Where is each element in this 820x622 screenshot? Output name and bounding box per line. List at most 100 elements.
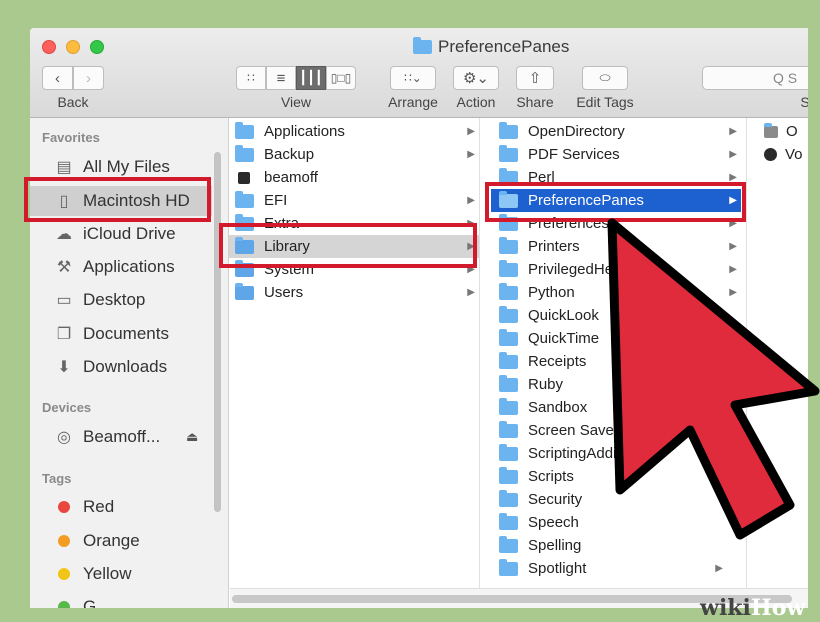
- sidebar-item-label: Yellow: [83, 564, 132, 583]
- gear-icon: ⚙⌄: [462, 70, 489, 87]
- back-label: Back: [57, 94, 89, 110]
- sidebar-scrollbar[interactable]: [214, 152, 221, 512]
- list-icon: ≡: [276, 69, 286, 87]
- folder-icon: [413, 37, 432, 54]
- coverflow-icon: ▯□▯: [330, 71, 352, 85]
- view-label: View: [280, 94, 312, 110]
- folder-icon: [499, 236, 518, 254]
- folder-icon: [499, 512, 518, 530]
- folder-icon: [499, 374, 518, 392]
- coverflow-view-button[interactable]: ▯□▯: [326, 66, 356, 90]
- list-item-opendirectory[interactable]: OpenDirectory ▶: [491, 120, 741, 143]
- sidebar-item-beamoff[interactable]: ◎ Beamoff... ⏏: [30, 422, 212, 452]
- list-item-label: Backup: [264, 146, 315, 163]
- folder-icon: [499, 420, 518, 438]
- sidebar-item-documents[interactable]: ❐ Documents: [30, 319, 212, 349]
- users-folder-icon: [235, 282, 254, 300]
- share-button[interactable]: ⇧: [516, 66, 554, 90]
- list-item-label: Security: [528, 491, 583, 508]
- arrange-button[interactable]: ∷⌄: [390, 66, 436, 90]
- disk-icon: ◎: [57, 429, 71, 446]
- list-item-label: Speech: [528, 514, 579, 531]
- pointer-arrow-icon: [607, 218, 820, 540]
- list-item-label: EFI: [264, 192, 288, 209]
- documents-icon: ❐: [56, 326, 72, 343]
- sidebar-item-icloud-drive[interactable]: ☁ iCloud Drive: [30, 219, 212, 249]
- list-item-label: Spotlight: [528, 560, 587, 577]
- sidebar-tag-yellow[interactable]: Yellow: [30, 559, 212, 589]
- sidebar-item-label: Downloads: [83, 357, 168, 376]
- pref-pane-icon: [764, 122, 778, 138]
- action-button[interactable]: ⚙⌄: [453, 66, 499, 90]
- column-view-button[interactable]: ┃┃┃: [296, 66, 326, 90]
- folder-icon: [499, 144, 518, 162]
- chevron-left-icon: ‹: [55, 69, 60, 87]
- list-item-label: Applications: [264, 123, 345, 140]
- eject-icon[interactable]: ⏏: [186, 429, 198, 445]
- folder-icon: [499, 558, 518, 576]
- edit-tags-button[interactable]: ⬭: [582, 66, 628, 90]
- sidebar-tag-green[interactable]: G...: [30, 592, 212, 608]
- list-item-label: Vo: [785, 146, 803, 163]
- sidebar-item-desktop[interactable]: ▭ Desktop: [30, 285, 212, 315]
- back-button[interactable]: ‹: [42, 66, 73, 90]
- sidebar-item-label: Desktop: [83, 290, 146, 309]
- icon-grid-icon: ∷: [247, 71, 255, 85]
- list-item-vo[interactable]: Vo: [758, 143, 808, 166]
- list-view-button[interactable]: ≡: [266, 66, 296, 90]
- highlight-macintosh-hd: [24, 177, 211, 222]
- sidebar-item-downloads[interactable]: ⬇ Downloads: [30, 352, 212, 382]
- search-input[interactable]: Q S: [702, 66, 808, 90]
- sidebar-item-label: All My Files: [83, 157, 170, 176]
- list-item-pdf-services[interactable]: PDF Services ▶: [491, 143, 741, 166]
- sidebar-item-label: iCloud Drive: [83, 224, 176, 243]
- list-item-label: QuickTime: [528, 330, 600, 347]
- list-item-label: Printers: [528, 238, 580, 255]
- sidebar-tag-red[interactable]: Red: [30, 492, 212, 522]
- close-button[interactable]: [42, 40, 56, 54]
- column-root: Applications ▶ Backup ▶ beamoff EFI ▶ Extra…: [229, 118, 480, 588]
- list-item-label: Ruby: [528, 376, 564, 393]
- list-item-users[interactable]: Users ▶: [229, 281, 479, 304]
- list-item-backup[interactable]: Backup ▶: [229, 143, 479, 166]
- folder-icon: [499, 443, 518, 461]
- list-item-o[interactable]: O: [758, 120, 808, 143]
- icon-view-button[interactable]: ∷: [236, 66, 266, 90]
- list-item-spotlight[interactable]: Spotlight ▶: [491, 557, 741, 580]
- search-label: S: [800, 94, 808, 110]
- downloads-icon: ⬇: [57, 359, 71, 376]
- folder-icon: [235, 190, 254, 208]
- favorites-heading: Favorites: [42, 130, 100, 145]
- minimize-button[interactable]: [66, 40, 80, 54]
- sidebar-item-label: Applications: [83, 257, 175, 276]
- list-item-label: Spelling: [528, 537, 582, 554]
- toolbar: PreferencePanes ‹ › Back ∷ ≡ ┃┃┃ ▯□▯ Vie…: [30, 28, 808, 118]
- chevron-right-icon: ▶: [715, 563, 723, 574]
- desktop-icon: ▭: [56, 292, 72, 309]
- list-item-label: beamoff: [264, 169, 318, 186]
- folder-icon: [499, 121, 518, 139]
- sidebar-item-label: G...: [83, 597, 111, 608]
- list-item-applications[interactable]: Applications ▶: [229, 120, 479, 143]
- folder-icon: [499, 397, 518, 415]
- list-item-efi[interactable]: EFI ▶: [229, 189, 479, 212]
- zoom-button[interactable]: [90, 40, 104, 54]
- share-label: Share: [516, 94, 554, 110]
- folder-icon: [499, 535, 518, 553]
- sidebar-item-applications[interactable]: ⚒ Applications: [30, 252, 212, 282]
- list-item-beamoff[interactable]: beamoff: [229, 166, 479, 189]
- watermark-how: How: [750, 595, 806, 621]
- red-tag-icon: [58, 501, 70, 513]
- chevron-right-icon: ▶: [467, 149, 475, 160]
- window-title-text: PreferencePanes: [438, 37, 570, 56]
- list-item-label: QuickLook: [528, 307, 599, 324]
- chevron-right-icon: ▶: [729, 126, 737, 137]
- sidebar-item-label: Documents: [83, 324, 169, 343]
- yellow-tag-icon: [58, 568, 70, 580]
- folder-icon: [499, 466, 518, 484]
- folder-icon: [499, 305, 518, 323]
- sidebar-tag-orange[interactable]: Orange: [30, 526, 212, 556]
- chevron-right-icon: ▶: [729, 149, 737, 160]
- folder-icon: [235, 144, 254, 162]
- forward-button[interactable]: ›: [73, 66, 104, 90]
